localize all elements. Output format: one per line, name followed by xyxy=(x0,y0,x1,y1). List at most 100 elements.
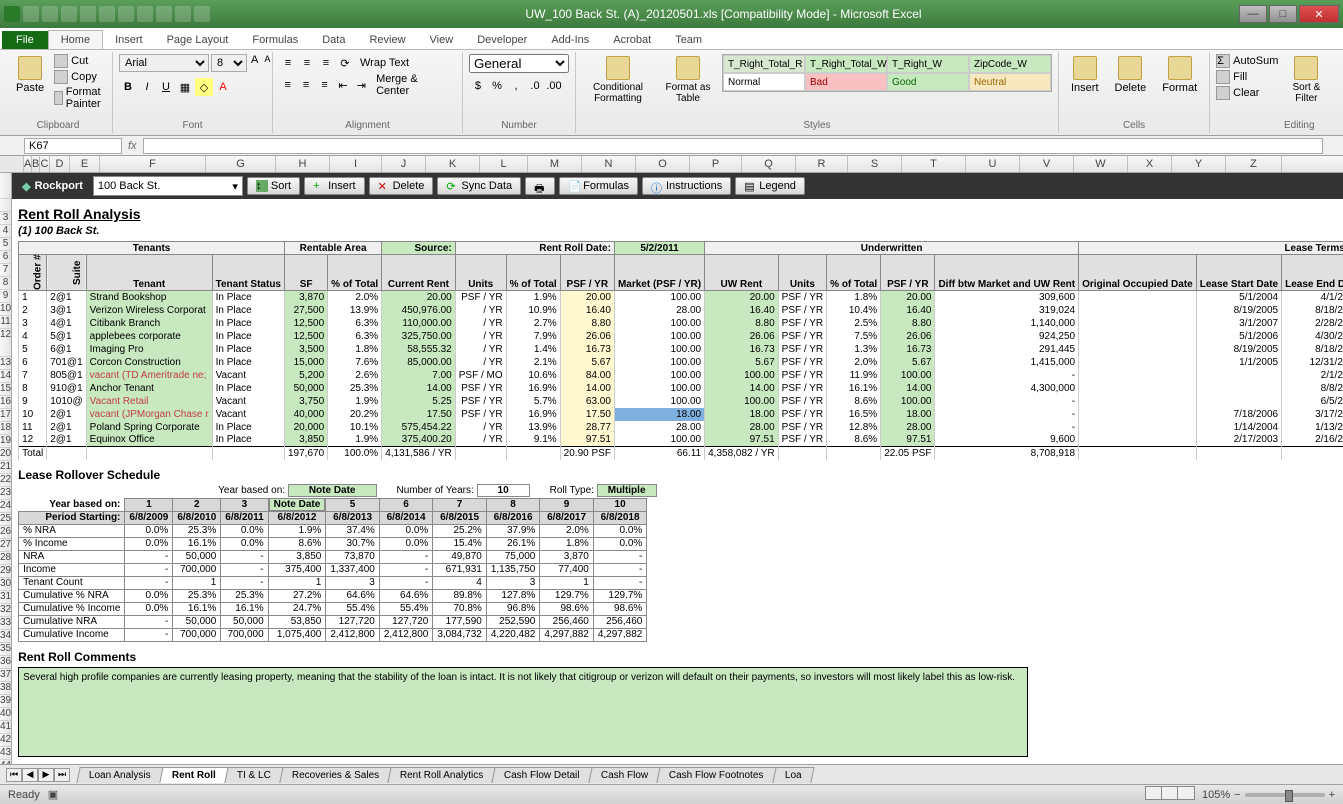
row-header[interactable]: 24 xyxy=(0,500,11,513)
font-size-select[interactable]: 8 xyxy=(211,54,247,72)
paste-button[interactable]: Paste xyxy=(10,54,50,96)
col-header[interactable]: U xyxy=(966,156,1020,172)
row-header[interactable]: 41 xyxy=(0,721,11,734)
col-header[interactable]: E xyxy=(70,156,100,172)
sheet-tab[interactable]: Loa xyxy=(772,767,814,783)
style-cell[interactable]: Bad xyxy=(805,73,887,91)
maximize-button[interactable]: □ xyxy=(1269,5,1297,23)
font-name-select[interactable]: Arial xyxy=(119,54,209,72)
row-header[interactable]: 8 xyxy=(0,277,11,290)
row-header[interactable]: 9 xyxy=(0,290,11,303)
qat-icon[interactable] xyxy=(137,6,153,22)
row-header[interactable]: 35 xyxy=(0,643,11,656)
row-header[interactable]: 29 xyxy=(0,565,11,578)
sort-button[interactable]: ↕Sort xyxy=(247,177,300,195)
qat-icon[interactable] xyxy=(80,6,96,22)
border-button[interactable]: ▦ xyxy=(176,78,194,96)
align-center-icon[interactable]: ≡ xyxy=(297,76,314,94)
bold-button[interactable]: B xyxy=(119,78,137,96)
style-cell[interactable]: Normal xyxy=(723,73,805,91)
row-header[interactable]: 19 xyxy=(0,435,11,448)
col-header[interactable]: B xyxy=(32,156,40,172)
number-format-select[interactable]: General xyxy=(469,54,569,73)
select-all-corner[interactable] xyxy=(0,156,24,172)
qat-icon[interactable] xyxy=(175,6,191,22)
row-header[interactable]: 16 xyxy=(0,396,11,409)
col-header[interactable]: Y xyxy=(1172,156,1226,172)
tab-acrobat[interactable]: Acrobat xyxy=(601,31,663,49)
row-header[interactable]: 15 xyxy=(0,383,11,396)
rent-roll-table[interactable]: TenantsRentable AreaSource:Rent Roll Dat… xyxy=(18,241,1343,460)
col-header[interactable]: X xyxy=(1128,156,1172,172)
zoom-level[interactable]: 105% xyxy=(1202,789,1230,801)
sheet-tab[interactable]: Cash Flow Footnotes xyxy=(656,767,776,783)
copy-button[interactable]: Copy xyxy=(54,70,106,84)
find-select-button[interactable]: Find & Select xyxy=(1334,54,1343,106)
redo-icon[interactable] xyxy=(61,6,77,22)
zoom-slider[interactable] xyxy=(1245,793,1325,797)
fill-button[interactable]: Fill xyxy=(1216,70,1278,84)
row-header[interactable]: 21 xyxy=(0,461,11,474)
qat-icon[interactable] xyxy=(194,6,210,22)
row-header[interactable]: 22 xyxy=(0,474,11,487)
col-header[interactable]: S xyxy=(848,156,902,172)
tab-addins[interactable]: Add-Ins xyxy=(539,31,601,49)
col-header[interactable]: T xyxy=(902,156,966,172)
tab-view[interactable]: View xyxy=(418,31,466,49)
sheet-tab[interactable]: Recoveries & Sales xyxy=(279,767,392,783)
row-header[interactable]: 20 xyxy=(0,448,11,461)
zoom-out-button[interactable]: − xyxy=(1234,789,1240,801)
col-header[interactable]: H xyxy=(276,156,330,172)
row-header[interactable]: 43 xyxy=(0,747,11,760)
row-header[interactable] xyxy=(0,199,11,212)
merge-center-button[interactable]: Merge & Center xyxy=(371,76,456,94)
zoom-in-button[interactable]: + xyxy=(1329,789,1335,801)
row-header[interactable]: 11 xyxy=(0,316,11,329)
macro-record-icon[interactable]: ▣ xyxy=(48,788,58,801)
row-header[interactable]: 28 xyxy=(0,552,11,565)
row-header[interactable]: 38 xyxy=(0,682,11,695)
col-header[interactable]: A xyxy=(24,156,32,172)
row-header[interactable]: 3 xyxy=(0,212,11,225)
row-header[interactable]: 13 xyxy=(0,357,11,370)
close-button[interactable]: ✕ xyxy=(1299,5,1339,23)
row-header[interactable]: 23 xyxy=(0,487,11,500)
tab-insert[interactable]: Insert xyxy=(103,31,155,49)
row-header[interactable]: 44 xyxy=(0,760,11,764)
row-header[interactable]: 14 xyxy=(0,370,11,383)
decrease-indent-icon[interactable]: ⇤ xyxy=(334,76,351,94)
row-header[interactable]: 12 xyxy=(0,329,11,357)
style-cell[interactable]: T_Right_Total_W xyxy=(805,55,887,73)
save-icon[interactable] xyxy=(23,6,39,22)
col-header[interactable]: I xyxy=(330,156,382,172)
tab-file[interactable]: File xyxy=(2,31,48,49)
qat-icon[interactable] xyxy=(99,6,115,22)
legend-button[interactable]: ▤Legend xyxy=(735,177,805,195)
font-color-button[interactable]: A xyxy=(214,78,232,96)
tab-team[interactable]: Team xyxy=(663,31,714,49)
row-header[interactable] xyxy=(0,173,11,199)
format-painter-button[interactable]: Format Painter xyxy=(54,86,106,110)
style-cell[interactable]: ZipCode_W xyxy=(969,55,1051,73)
row-header[interactable]: 36 xyxy=(0,656,11,669)
cell-styles-gallery[interactable]: T_Right_Total_RT_Right_Total_WT_Right_WZ… xyxy=(722,54,1052,92)
row-header[interactable]: 6 xyxy=(0,251,11,264)
format-cells-button[interactable]: Format xyxy=(1156,54,1203,96)
worksheet-area[interactable]: ABCDEFGHIJKLMNOPQRSTUVWXYZ 3456789101112… xyxy=(0,156,1343,764)
currency-icon[interactable]: $ xyxy=(469,77,487,95)
col-header[interactable]: R xyxy=(796,156,848,172)
align-top-icon[interactable]: ≡ xyxy=(279,54,297,72)
property-select[interactable]: 100 Back St.▾ xyxy=(93,176,243,196)
tab-pagelayout[interactable]: Page Layout xyxy=(155,31,241,49)
col-header[interactable]: Z xyxy=(1226,156,1282,172)
next-sheet-button[interactable]: ▶ xyxy=(38,768,54,782)
col-header[interactable]: G xyxy=(206,156,276,172)
decrease-decimal-icon[interactable]: .00 xyxy=(545,77,563,95)
style-cell[interactable]: T_Right_Total_R xyxy=(723,55,805,73)
col-header[interactable]: J xyxy=(382,156,426,172)
tab-review[interactable]: Review xyxy=(357,31,417,49)
print-button[interactable]: 🖶 xyxy=(525,177,555,195)
last-sheet-button[interactable]: ⏭ xyxy=(54,768,70,782)
tab-formulas[interactable]: Formulas xyxy=(240,31,310,49)
undo-icon[interactable] xyxy=(42,6,58,22)
